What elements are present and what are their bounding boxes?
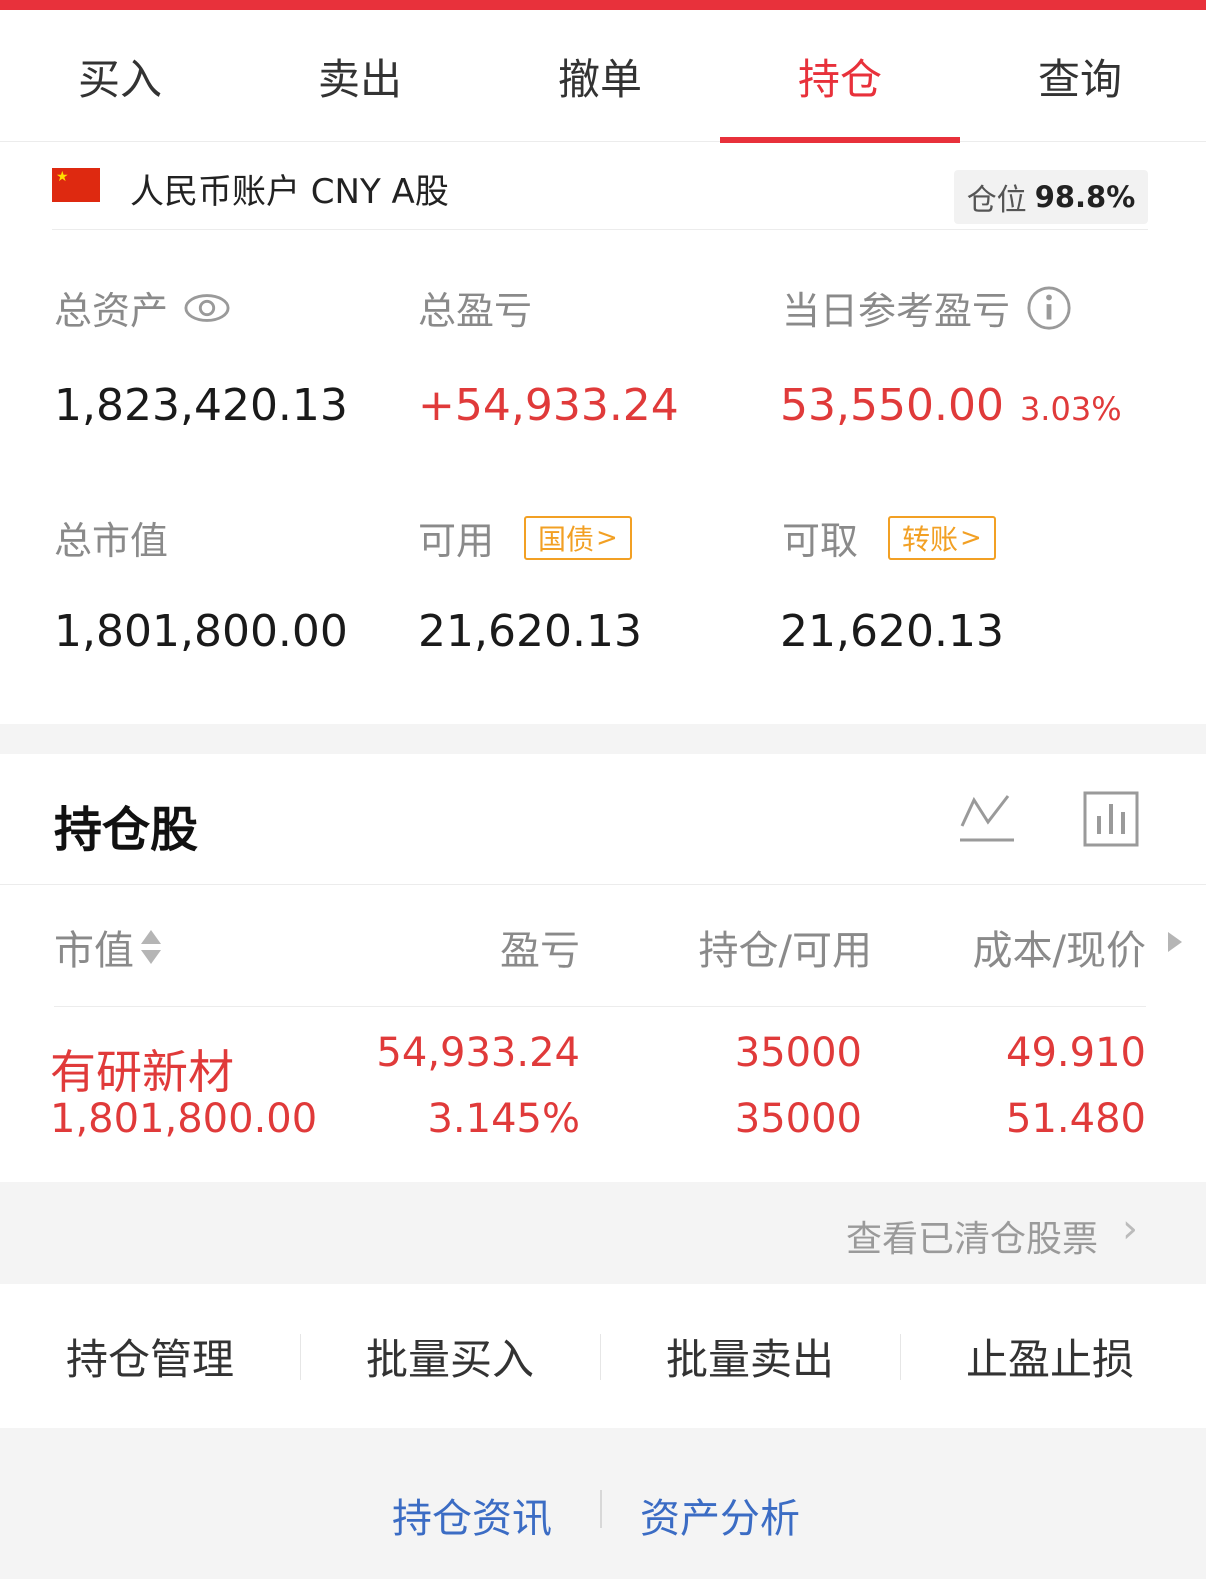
total-pnl-label: 总盈亏 bbox=[418, 289, 533, 333]
bar-chart-icon[interactable] bbox=[1082, 790, 1140, 848]
stock-price: 51.480 bbox=[1006, 1096, 1146, 1142]
column-header-cost-price: 成本/现价 bbox=[972, 928, 1146, 974]
trend-chart-icon[interactable] bbox=[958, 790, 1016, 848]
column-header-market-value-label: 市值 bbox=[54, 928, 134, 974]
withdrawable-label-group: 可取 转账 > bbox=[782, 510, 996, 565]
batch-sell-button[interactable]: 批量卖出 bbox=[600, 1284, 900, 1428]
position-management-button[interactable]: 持仓管理 bbox=[0, 1284, 300, 1428]
account-name: 人民币账户 CNY A股 bbox=[130, 172, 449, 212]
batch-buy-button[interactable]: 批量买入 bbox=[300, 1284, 600, 1428]
asset-analysis-link[interactable]: 资产分析 bbox=[640, 1486, 800, 1544]
divider bbox=[0, 884, 1206, 885]
tab-buy[interactable]: 买入 bbox=[0, 10, 240, 142]
top-accent-bar bbox=[0, 0, 1206, 10]
available-label: 可用 bbox=[418, 519, 495, 563]
tab-query[interactable]: 查询 bbox=[960, 10, 1200, 142]
today-pnl-percent: 3.03% bbox=[1019, 390, 1122, 428]
trade-tabs: 买入 卖出 撤单 持仓 查询 bbox=[0, 10, 1206, 143]
stock-available: 35000 bbox=[734, 1096, 862, 1142]
position-ratio-value: 98.8% bbox=[1034, 180, 1136, 214]
treasury-bond-badge[interactable]: 国债 > bbox=[524, 515, 632, 560]
column-header-pnl: 盈亏 bbox=[500, 928, 580, 974]
tab-sell[interactable]: 卖出 bbox=[240, 10, 480, 142]
cleared-stocks-bar: 查看已清仓股票 › bbox=[0, 1182, 1206, 1284]
stock-market-value: 1,801,800.00 bbox=[50, 1096, 318, 1142]
holdings-title: 持仓股 bbox=[54, 802, 199, 858]
tab-cancel[interactable]: 撤单 bbox=[480, 10, 720, 142]
stock-position: 35000 bbox=[734, 1030, 862, 1076]
total-assets-label-group: 总资产 bbox=[54, 280, 230, 335]
section-gap bbox=[0, 724, 1206, 754]
today-pnl-label-group: 当日参考盈亏 bbox=[782, 280, 1072, 335]
available-label-group: 可用 国债 > bbox=[418, 510, 632, 565]
transfer-badge[interactable]: 转账 > bbox=[888, 515, 996, 560]
china-flag-icon: ★ bbox=[52, 168, 100, 202]
info-icon[interactable] bbox=[1026, 285, 1072, 331]
withdrawable-label: 可取 bbox=[782, 519, 859, 563]
total-assets-value: 1,823,420.13 bbox=[54, 380, 348, 431]
total-pnl-value: +54,933.24 bbox=[418, 380, 679, 431]
column-header-market-value[interactable]: 市值 bbox=[54, 918, 162, 976]
eye-icon[interactable] bbox=[184, 285, 230, 331]
transfer-badge-label: 转账 bbox=[902, 522, 959, 556]
divider bbox=[600, 1490, 602, 1528]
total-assets-label: 总资产 bbox=[54, 289, 169, 333]
position-ratio-label: 仓位 bbox=[966, 183, 1027, 218]
sort-icon bbox=[141, 930, 161, 964]
footer: 持仓资讯 资产分析 bbox=[0, 1428, 1206, 1579]
stock-cost: 49.910 bbox=[1006, 1030, 1146, 1076]
stock-name: 有研新材 bbox=[50, 1045, 234, 1099]
chevron-right-icon: > bbox=[596, 522, 618, 553]
stock-pnl: 54,933.24 bbox=[376, 1030, 580, 1076]
position-ratio-badge: 仓位 98.8% bbox=[954, 170, 1148, 224]
available-value: 21,620.13 bbox=[418, 606, 642, 657]
market-value-value: 1,801,800.00 bbox=[54, 606, 348, 657]
take-profit-stop-loss-button[interactable]: 止盈止损 bbox=[900, 1284, 1200, 1428]
withdrawable-value: 21,620.13 bbox=[780, 606, 1004, 657]
market-value-label: 总市值 bbox=[54, 519, 169, 563]
divider bbox=[54, 1006, 1146, 1007]
today-pnl-group: 53,550.00 3.03% bbox=[780, 380, 1122, 431]
chevron-right-icon: › bbox=[1122, 1206, 1138, 1252]
column-header-position: 持仓/可用 bbox=[698, 928, 872, 974]
chevron-right-icon: > bbox=[960, 522, 982, 553]
action-bar: 持仓管理 批量买入 批量卖出 止盈止损 bbox=[0, 1284, 1206, 1428]
today-pnl-label: 当日参考盈亏 bbox=[782, 289, 1011, 333]
treasury-bond-badge-label: 国债 bbox=[538, 522, 595, 556]
holding-news-link[interactable]: 持仓资讯 bbox=[392, 1486, 552, 1544]
stock-pnl-percent: 3.145% bbox=[427, 1096, 580, 1142]
cleared-stocks-link[interactable]: 查看已清仓股票 bbox=[846, 1210, 1098, 1262]
account-row: ★ 人民币账户 CNY A股 仓位 98.8% bbox=[52, 142, 1148, 230]
tab-positions[interactable]: 持仓 bbox=[720, 10, 960, 143]
today-pnl-value: 53,550.00 bbox=[780, 380, 1004, 431]
scroll-right-icon[interactable] bbox=[1166, 930, 1184, 954]
